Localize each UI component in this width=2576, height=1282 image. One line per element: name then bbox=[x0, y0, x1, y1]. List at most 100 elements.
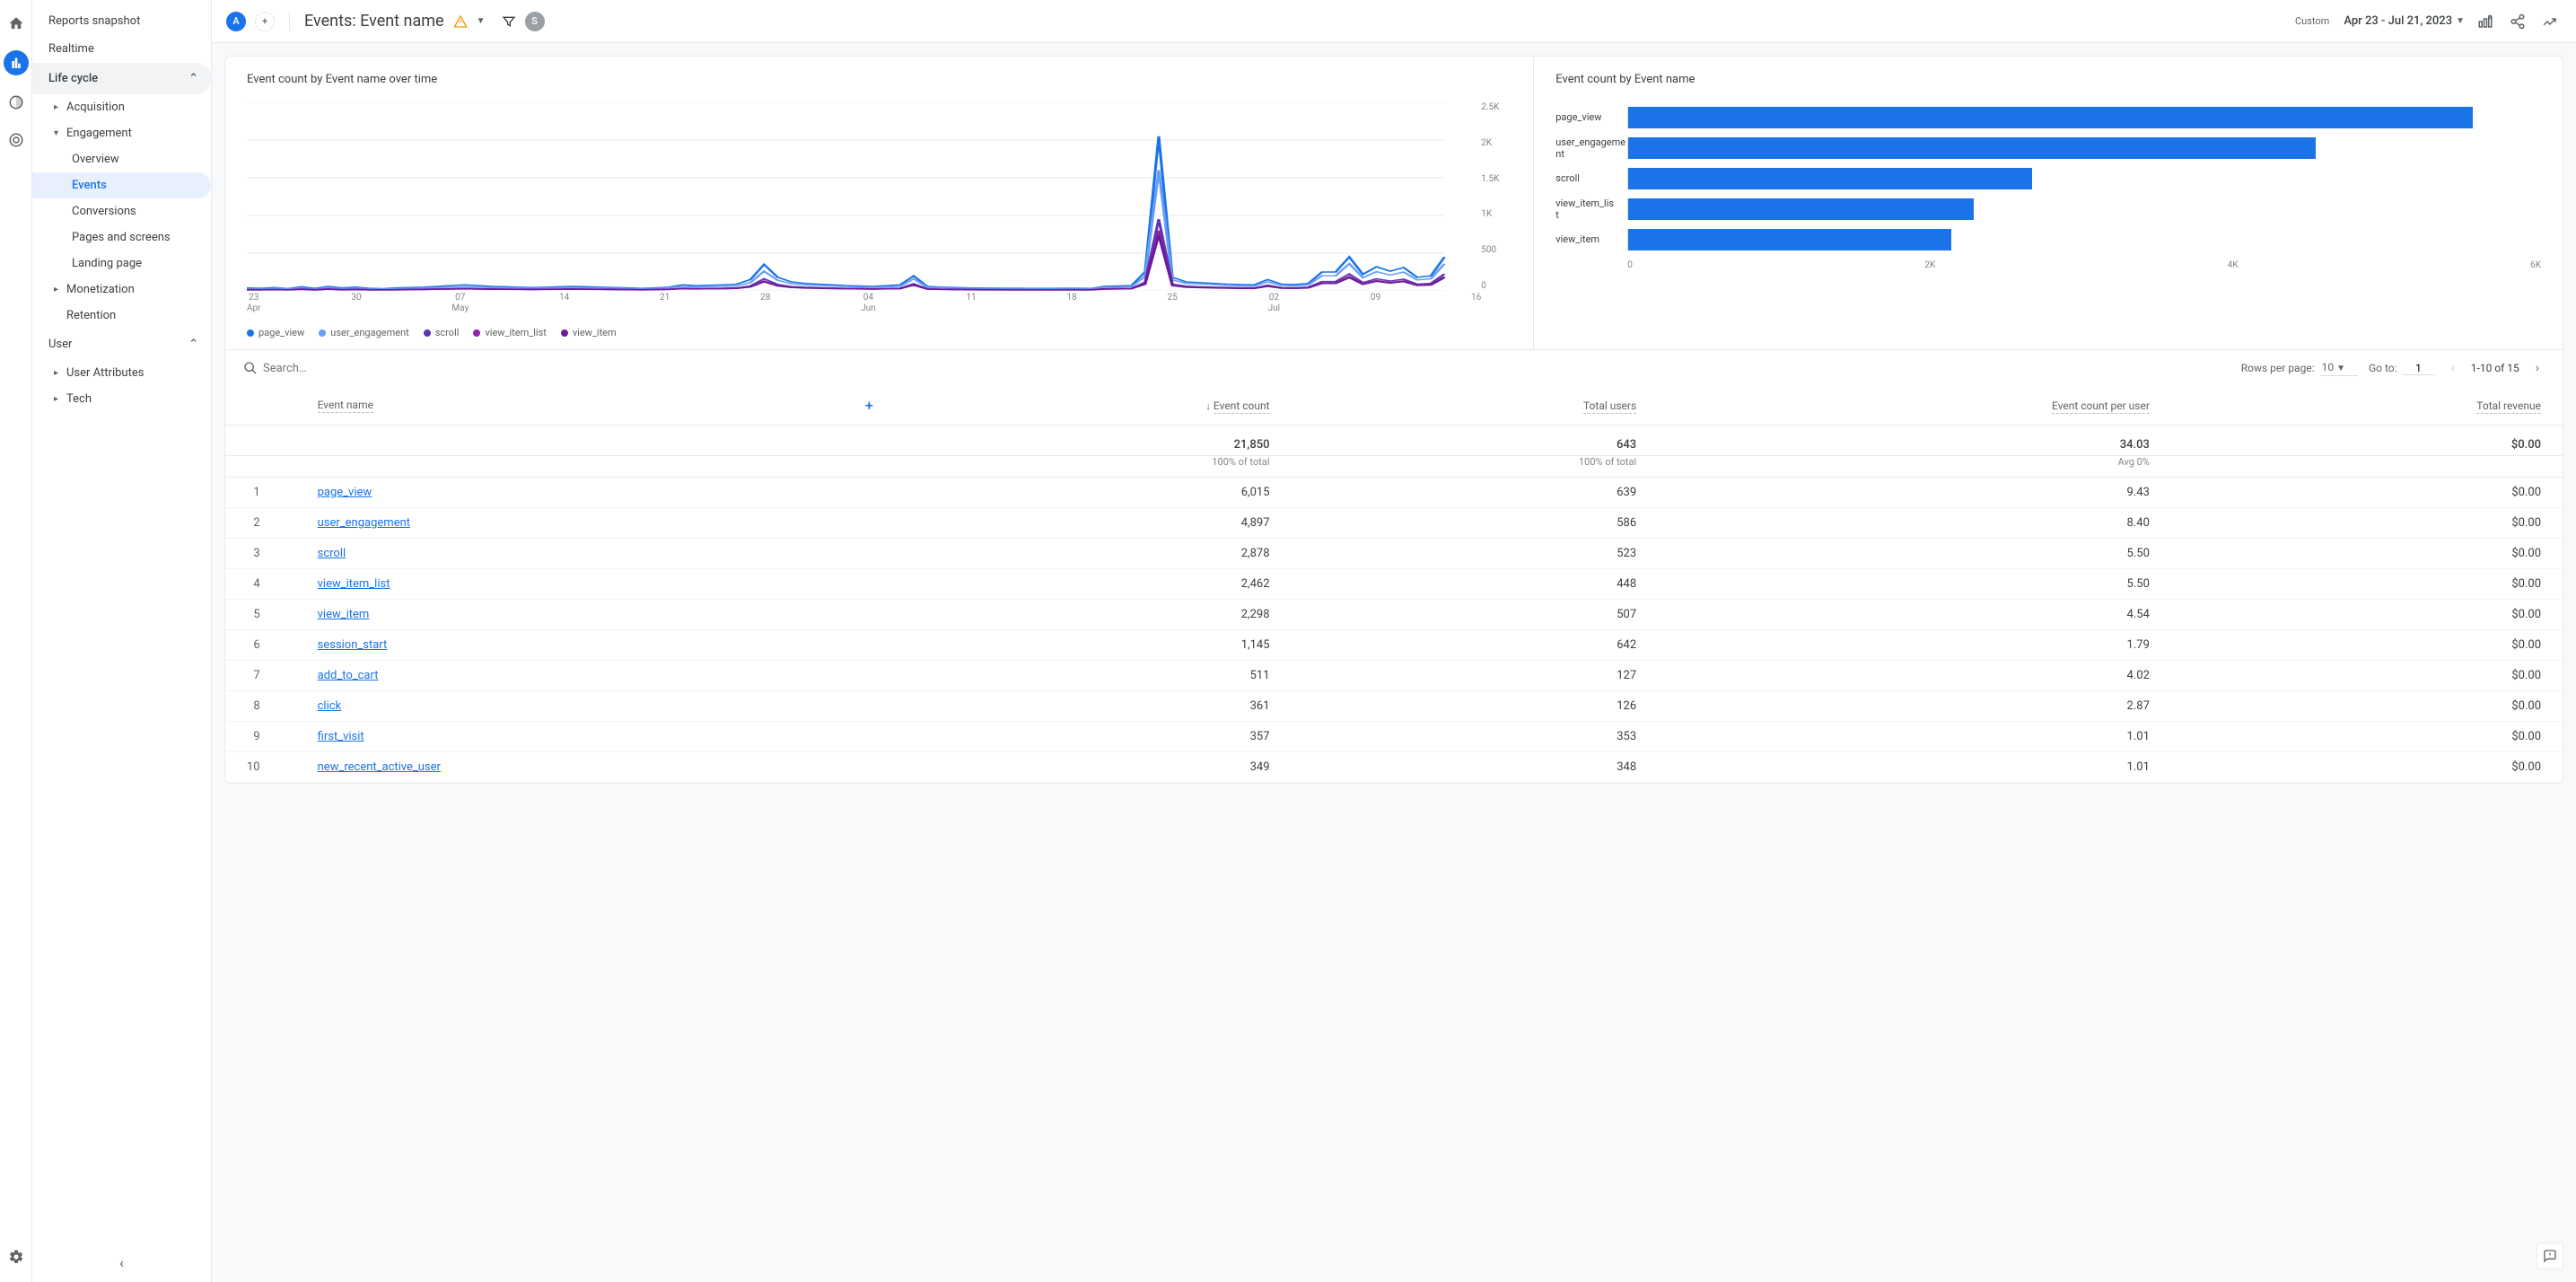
legend-item[interactable]: view_item_list bbox=[473, 327, 546, 338]
row-number: 3 bbox=[225, 539, 296, 569]
event-name-link[interactable]: scroll bbox=[318, 547, 346, 560]
share-icon[interactable] bbox=[2506, 10, 2529, 33]
goto-input[interactable] bbox=[2403, 362, 2435, 375]
sidebar-section-user[interactable]: User ⌃ bbox=[32, 329, 211, 360]
title-dropdown-button[interactable]: ▼ bbox=[477, 16, 486, 26]
date-range-picker[interactable]: Apr 23 - Jul 21, 2023▼ bbox=[2344, 14, 2465, 28]
legend-label: user_engagement bbox=[330, 327, 409, 338]
sidebar-item-acquisition[interactable]: ▸Acquisition bbox=[32, 94, 211, 120]
bar-fill bbox=[1628, 107, 2473, 128]
cell-per-user: 5.50 bbox=[1658, 539, 2171, 569]
collapse-sidebar-button[interactable]: ‹ bbox=[119, 1254, 124, 1271]
col-total-users[interactable]: Total users bbox=[1583, 400, 1636, 414]
legend-item[interactable]: scroll bbox=[424, 327, 460, 338]
sidebar-item-monetization[interactable]: ▸Monetization bbox=[32, 277, 211, 303]
bar-track bbox=[1627, 168, 2541, 189]
event-name-link[interactable]: view_item bbox=[318, 608, 370, 621]
event-name-link[interactable]: page_view bbox=[318, 486, 372, 499]
reports-icon[interactable] bbox=[4, 50, 29, 75]
advertising-icon[interactable] bbox=[5, 129, 27, 151]
cell-event-count: 4,897 bbox=[902, 508, 1292, 539]
line-chart-panel: Event count by Event name over time 2.5K… bbox=[225, 57, 1534, 349]
event-name-link[interactable]: add_to_cart bbox=[318, 669, 379, 682]
sidebar-section-label: Life cycle bbox=[48, 72, 98, 85]
cell-revenue: $0.00 bbox=[2171, 508, 2563, 539]
bar-label: view_item_list bbox=[1555, 198, 1627, 221]
cell-per-user: 8.40 bbox=[1658, 508, 2171, 539]
goto-label: Go to: bbox=[2369, 362, 2397, 374]
date-range-value: Apr 23 - Jul 21, 2023 bbox=[2344, 14, 2452, 28]
col-per-user[interactable]: Event count per user bbox=[2052, 400, 2150, 414]
event-name-link[interactable]: user_engagement bbox=[318, 516, 410, 530]
cell-per-user: 2.87 bbox=[1658, 691, 2171, 722]
warning-icon[interactable] bbox=[453, 14, 468, 29]
home-icon[interactable] bbox=[5, 13, 27, 34]
date-range-type: Custom bbox=[2295, 15, 2329, 27]
event-name-link[interactable]: new_recent_active_user bbox=[318, 760, 441, 774]
segment-chip-all-users[interactable]: A bbox=[226, 12, 246, 31]
explore-icon[interactable] bbox=[5, 92, 27, 113]
segment-chip-s[interactable]: S bbox=[525, 12, 545, 31]
cell-event-count: 2,298 bbox=[902, 600, 1292, 630]
event-name-link[interactable]: session_start bbox=[318, 638, 388, 652]
sidebar-item-label: Acquisition bbox=[66, 101, 125, 114]
report-card: Event count by Event name over time 2.5K… bbox=[224, 56, 2563, 784]
col-revenue[interactable]: Total revenue bbox=[2476, 400, 2541, 414]
caret-right-icon: ▸ bbox=[54, 368, 63, 378]
next-page-button[interactable]: › bbox=[2530, 359, 2545, 377]
sidebar-section-lifecycle[interactable]: Life cycle ⌃ bbox=[32, 63, 211, 94]
sidebar-item-landing-page[interactable]: Landing page bbox=[32, 250, 211, 277]
totals-sub-row: 100% of total 100% of total Avg 0% bbox=[225, 456, 2563, 478]
cell-event-count: 2,462 bbox=[902, 569, 1292, 600]
line-chart bbox=[247, 102, 1511, 291]
sidebar-item-conversions[interactable]: Conversions bbox=[32, 198, 211, 224]
search-input[interactable] bbox=[263, 362, 460, 375]
gear-icon[interactable] bbox=[5, 1246, 27, 1268]
add-comparison-button[interactable]: + bbox=[255, 12, 275, 31]
prev-page-button[interactable]: ‹ bbox=[2446, 359, 2460, 377]
table-row: 1 page_view 6,015 639 9.43 $0.00 bbox=[225, 478, 2563, 508]
sidebar-item-events[interactable]: Events bbox=[32, 172, 211, 198]
col-event-count[interactable]: Event count bbox=[1214, 400, 1270, 414]
sidebar-item-user-attributes[interactable]: ▸User Attributes bbox=[32, 360, 211, 386]
cell-event-count: 511 bbox=[902, 661, 1292, 691]
event-name-link[interactable]: view_item_list bbox=[318, 577, 390, 591]
sidebar-item-label: Retention bbox=[66, 309, 116, 322]
sidebar-item-pages-screens[interactable]: Pages and screens bbox=[32, 224, 211, 250]
table-row: 4 view_item_list 2,462 448 5.50 $0.00 bbox=[225, 569, 2563, 600]
feedback-button[interactable] bbox=[2537, 1242, 2563, 1269]
table-row: 6 session_start 1,145 642 1.79 $0.00 bbox=[225, 630, 2563, 661]
row-number: 2 bbox=[225, 508, 296, 539]
cell-event-count: 361 bbox=[902, 691, 1292, 722]
bar-fill bbox=[1628, 137, 2316, 159]
bar-track bbox=[1627, 107, 2541, 128]
bar-label: page_view bbox=[1555, 111, 1627, 123]
bar-row: page_view bbox=[1555, 102, 2541, 133]
legend-item[interactable]: view_item bbox=[561, 327, 617, 338]
legend-swatch-icon bbox=[424, 329, 431, 337]
sidebar-item-label: Engagement bbox=[66, 127, 132, 140]
add-dimension-button[interactable]: + bbox=[865, 397, 873, 414]
sidebar-item-realtime[interactable]: Realtime bbox=[32, 35, 211, 63]
rows-per-page-select[interactable]: 10 ▼ bbox=[2320, 361, 2358, 376]
insights-icon[interactable] bbox=[2538, 10, 2562, 33]
sidebar-item-tech[interactable]: ▸Tech bbox=[32, 386, 211, 412]
filter-icon[interactable] bbox=[502, 14, 516, 29]
legend-swatch-icon bbox=[319, 329, 326, 337]
event-name-link[interactable]: first_visit bbox=[318, 730, 364, 743]
sidebar-item-label: User Attributes bbox=[66, 366, 144, 380]
bar-row: view_item_list bbox=[1555, 194, 2541, 224]
bar-track bbox=[1627, 198, 2541, 220]
rows-per-page-label: Rows per page: bbox=[2241, 362, 2315, 374]
legend-item[interactable]: page_view bbox=[247, 327, 304, 338]
bar-chart: page_view user_engagement scroll view_it… bbox=[1555, 102, 2541, 255]
cell-per-user: 5.50 bbox=[1658, 569, 2171, 600]
sidebar-item-retention[interactable]: Retention bbox=[32, 303, 211, 329]
legend-item[interactable]: user_engagement bbox=[319, 327, 409, 338]
sidebar-item-engagement[interactable]: ▾Engagement bbox=[32, 120, 211, 146]
sidebar-item-reports-snapshot[interactable]: Reports snapshot bbox=[32, 7, 211, 35]
sidebar-item-overview[interactable]: Overview bbox=[32, 146, 211, 172]
col-event-name[interactable]: Event name bbox=[318, 399, 373, 413]
event-name-link[interactable]: click bbox=[318, 699, 342, 713]
customize-report-icon[interactable] bbox=[2474, 10, 2497, 33]
